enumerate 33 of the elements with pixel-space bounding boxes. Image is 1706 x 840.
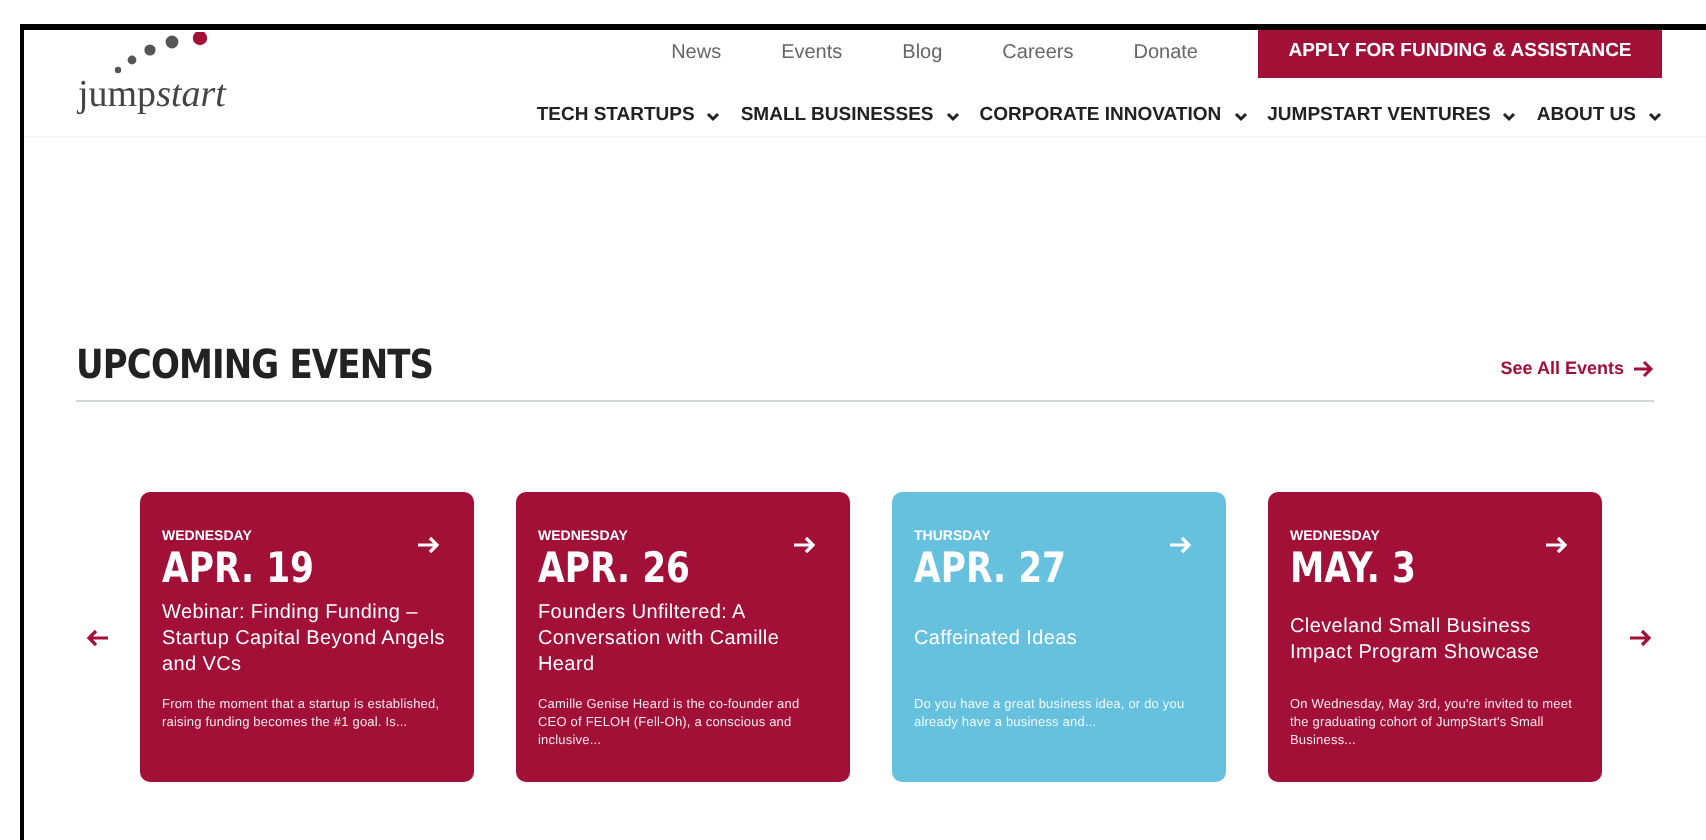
arrow-right-icon[interactable] bbox=[418, 536, 440, 554]
top-nav-link[interactable]: News bbox=[671, 38, 722, 68]
event-date: APR. 19 bbox=[162, 548, 317, 590]
top-nav-link[interactable]: Events bbox=[781, 38, 843, 68]
caret-down-icon[interactable] bbox=[1233, 111, 1248, 122]
apply-button[interactable]: APPLY FOR FUNDING & ASSISTANCE bbox=[1258, 30, 1662, 77]
top-nav-link[interactable]: Blog bbox=[902, 38, 943, 68]
main-nav-item[interactable]: JUMPSTART VENTURES bbox=[1267, 102, 1517, 131]
event-date: APR. 26 bbox=[538, 548, 693, 590]
event-title[interactable]: Cleveland Small Business Impact Program Showcase bbox=[1290, 600, 1580, 678]
logo[interactable]: jumpstart bbox=[78, 32, 258, 128]
previous-arrow-icon[interactable] bbox=[86, 627, 108, 647]
caret-down-icon[interactable] bbox=[945, 111, 960, 122]
next-arrow-icon[interactable] bbox=[1630, 627, 1652, 647]
arrow-right-icon[interactable] bbox=[1546, 536, 1568, 554]
see-all-events-link[interactable]: See All Events bbox=[1500, 355, 1654, 382]
top-nav-link[interactable]: Careers bbox=[1002, 38, 1074, 68]
main-nav-item[interactable]: ABOUT US bbox=[1536, 102, 1662, 131]
main-nav-item[interactable]: CORPORATE INNOVATION bbox=[979, 102, 1248, 131]
main-nav-item[interactable]: TECH STARTUPS bbox=[536, 102, 721, 131]
section-heading: UPCOMING EVENTS bbox=[76, 338, 434, 392]
arrow-right-icon[interactable] bbox=[794, 536, 816, 554]
event-date: APR. 27 bbox=[914, 548, 1069, 590]
arrow-right-icon bbox=[1634, 359, 1654, 378]
top-nav-link[interactable]: Donate bbox=[1133, 38, 1198, 68]
caret-down-icon[interactable] bbox=[1648, 111, 1662, 122]
event-date: MAY. 3 bbox=[1290, 548, 1418, 590]
logo-text: jumpstart bbox=[78, 76, 226, 114]
event-title[interactable]: Founders Unfiltered: A Conversation with Camille Heard bbox=[538, 600, 828, 678]
caret-down-icon[interactable] bbox=[1502, 111, 1517, 122]
caret-down-icon[interactable] bbox=[706, 111, 721, 122]
main-nav-item[interactable]: SMALL BUSINESSES bbox=[740, 102, 960, 131]
event-title[interactable]: Webinar: Finding Funding – Startup Capital Beyond Angels and VCs bbox=[162, 600, 452, 678]
